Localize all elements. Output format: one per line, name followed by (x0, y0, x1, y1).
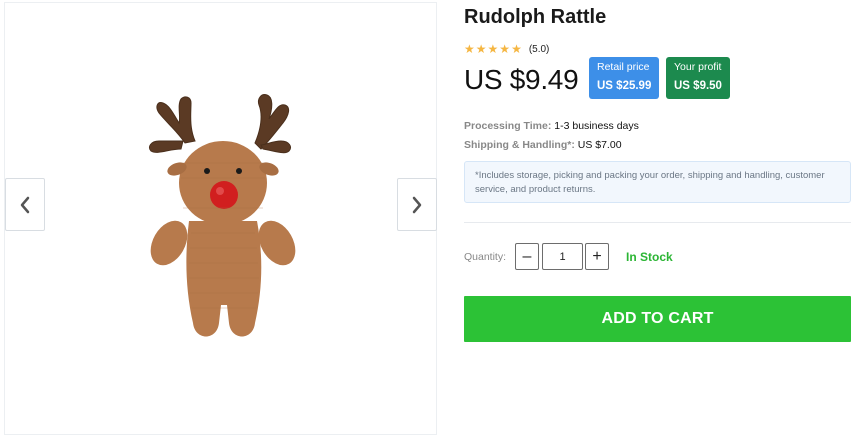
rating-stars: ★ ★ ★ ★ ★ (464, 43, 522, 55)
shipping-handling: Shipping & Handling*: US $7.00 (464, 139, 622, 151)
divider (464, 222, 851, 223)
retail-price-value: US $25.99 (597, 80, 652, 92)
product-price: US $9.49 (464, 64, 579, 95)
processing-time: Processing Time: 1-3 business days (464, 120, 639, 132)
quantity-input[interactable] (542, 243, 583, 270)
profit-badge: Your profit US $9.50 (666, 57, 730, 99)
star-icon: ★ (499, 42, 511, 56)
quantity-label: Quantity: (464, 251, 507, 263)
product-image (148, 94, 296, 337)
retail-price-badge: Retail price US $25.99 (589, 57, 659, 99)
shipping-handling-value: US $7.00 (577, 139, 622, 151)
chevron-right-icon (412, 196, 422, 213)
product-gallery (4, 2, 437, 435)
add-to-cart-button[interactable]: ADD TO CART (464, 296, 851, 342)
stock-status: In Stock (626, 250, 673, 264)
next-image-button[interactable] (397, 178, 437, 231)
processing-time-value: 1-3 business days (554, 120, 639, 132)
shipping-note: *Includes storage, picking and packing y… (464, 161, 851, 203)
shipping-handling-label: Shipping & Handling*: (464, 139, 575, 151)
product-title: Rudolph Rattle (464, 6, 607, 28)
quantity-row: Quantity: – + In Stock (464, 243, 851, 270)
processing-time-label: Processing Time: (464, 120, 552, 132)
profit-label: Your profit (674, 61, 722, 73)
retail-price-label: Retail price (597, 61, 650, 73)
quantity-decrease-button[interactable]: – (515, 243, 539, 270)
star-icon: ★ (511, 42, 522, 56)
star-icon: ★ (464, 42, 475, 56)
profit-value: US $9.50 (674, 80, 722, 92)
previous-image-button[interactable] (5, 178, 45, 231)
product-details: Rudolph Rattle ★ ★ ★ ★ ★ (5.0) US $9.49 … (464, 0, 854, 437)
quantity-increase-button[interactable]: + (585, 243, 609, 270)
rating-value: (5.0) (528, 43, 550, 55)
star-icon: ★ (487, 42, 499, 56)
product-rating: ★ ★ ★ ★ ★ (5.0) (464, 43, 549, 55)
chevron-left-icon (20, 196, 30, 213)
star-icon: ★ (475, 42, 487, 56)
